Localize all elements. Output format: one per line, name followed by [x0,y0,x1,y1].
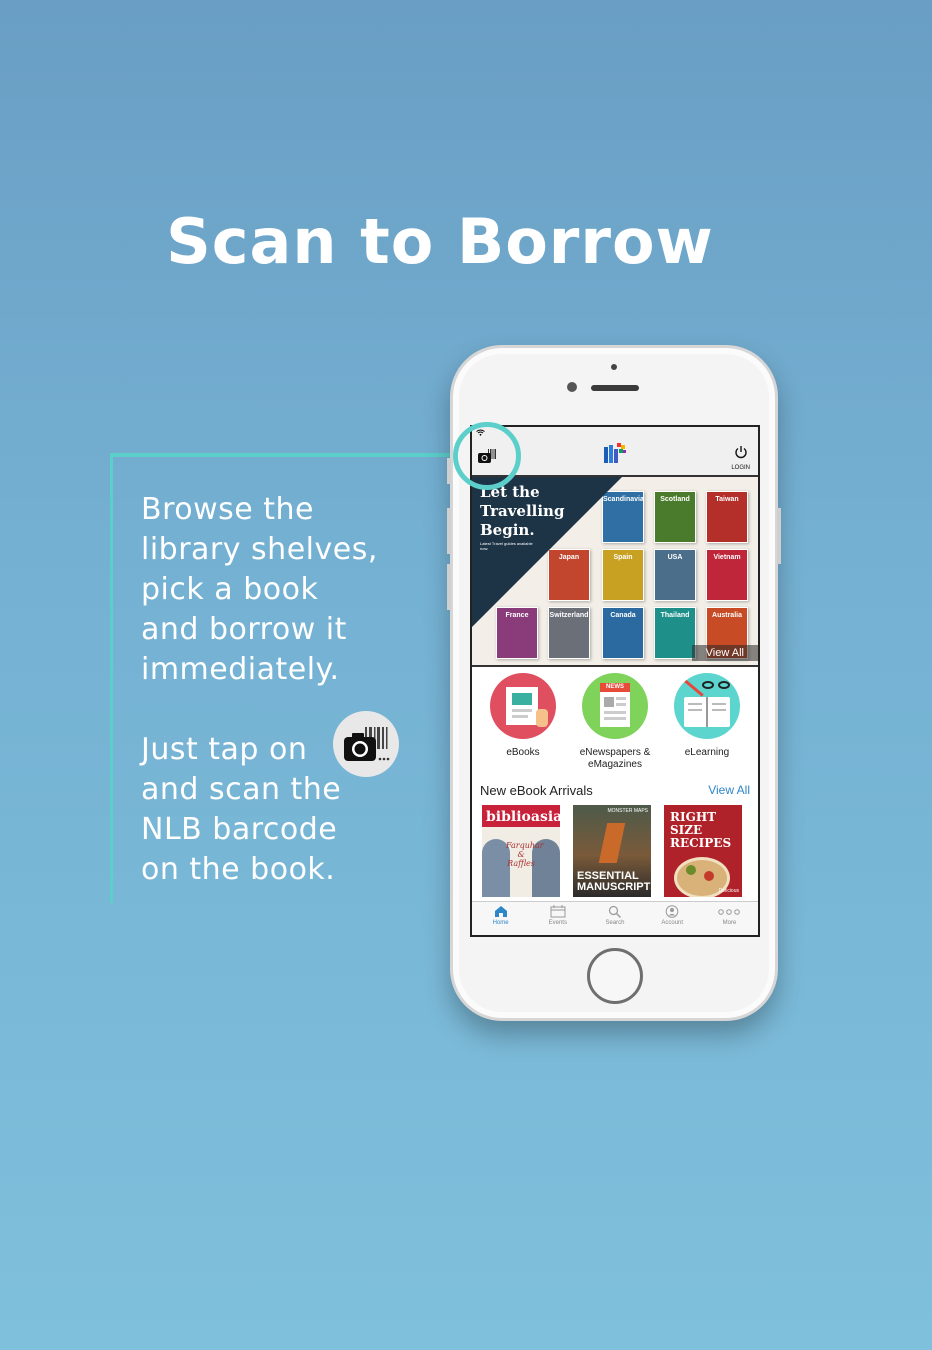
ebook-cover-right-size-recipes[interactable]: RIGHT SIZE RECIPES Delicious [664,805,742,897]
travel-banner[interactable]: Scandinavia Scotland Taiwan Japan Spain … [472,477,758,667]
category-label: eLearning [684,747,730,758]
ebook-cover-essential-manuscripts[interactable]: MONSTER MAPS ESSENTIAL MANUSCRIPTS [573,805,651,897]
search-icon [608,905,621,918]
banner-subtitle: Latest Travel guides available now. [480,541,533,551]
scan-button-highlight-ring [453,422,521,490]
new-arrivals-heading: New eBook Arrivals [480,783,593,798]
new-arrivals-view-all-link[interactable]: View All [708,783,750,797]
tab-search[interactable]: Search [586,902,643,935]
login-label: LOGIN [731,465,750,471]
callout-line-horizontal [110,453,462,457]
app-screen: LOGIN Scandinavia Scotland Taiwan Japan … [470,425,760,937]
guide-cover: Vietnam [706,549,748,601]
camera-barcode-icon [333,711,399,777]
category-elearning[interactable]: eLearning [662,673,752,759]
cover-subtitle: Farquhar & Raffles [506,841,544,868]
banner-view-all-link[interactable]: View All [691,645,758,661]
category-ebooks[interactable]: eBooks [478,673,568,759]
phone-mute-switch [447,458,451,484]
news-badge: NEWS [600,683,630,692]
cover-title: biblioasia [482,805,560,827]
home-icon [494,906,507,917]
tab-account[interactable]: Account [644,902,701,935]
ebooks-icon [490,673,556,739]
bottom-tab-bar: Home Events Search Account More [472,901,758,935]
elearning-icon [674,673,740,739]
phone-volume-up [447,508,451,554]
description-paragraph-1: Browse the library shelves, pick a book … [141,492,378,687]
callout-line-vertical [110,453,113,903]
calendar-icon [550,905,566,918]
ebook-cover-biblioasia[interactable]: biblioasia Farquhar & Raffles [482,805,560,897]
cover-subtitle: MONSTER MAPS [607,808,648,814]
nlb-logo [602,441,628,472]
tab-label: Home [492,920,509,926]
guide-cover: Scotland [654,491,696,543]
category-label: eBooks [506,747,540,758]
phone-front-camera [567,382,577,392]
phone-power-button [777,508,781,564]
tab-label: Account [661,920,684,926]
guide-cover: Taiwan [706,491,748,543]
more-icon [718,909,741,915]
phone-home-button [587,948,643,1004]
phone-volume-down [447,564,451,610]
headline: Scan to Borrow [166,205,714,278]
category-row: eBooks NEWS eNewspapers & eMagazines eLe… [472,673,758,777]
cover-title: ESSENTIAL MANUSCRIPTS [577,870,651,893]
phone-sensor [611,364,617,370]
phone-speaker [591,385,639,391]
tab-label: Events [548,920,567,926]
category-enewspapers[interactable]: NEWS eNewspapers & eMagazines [570,673,660,771]
cover-subtitle: Delicious [718,888,739,894]
login-button[interactable]: LOGIN [731,445,750,471]
enewspapers-icon: NEWS [582,673,648,739]
tab-home[interactable]: Home [472,902,529,935]
cover-title: RIGHT SIZE RECIPES [670,810,732,850]
tab-events[interactable]: Events [529,902,586,935]
guide-cover: USA [654,549,696,601]
power-icon [735,446,747,459]
category-label: eNewspapers & eMagazines [579,747,651,770]
banner-title: Let the Travelling Begin. [480,483,565,539]
tab-more[interactable]: More [701,902,758,935]
account-icon [665,905,679,918]
tab-label: More [722,920,737,926]
guide-cover: Thailand [654,607,696,659]
tab-label: Search [605,920,625,926]
